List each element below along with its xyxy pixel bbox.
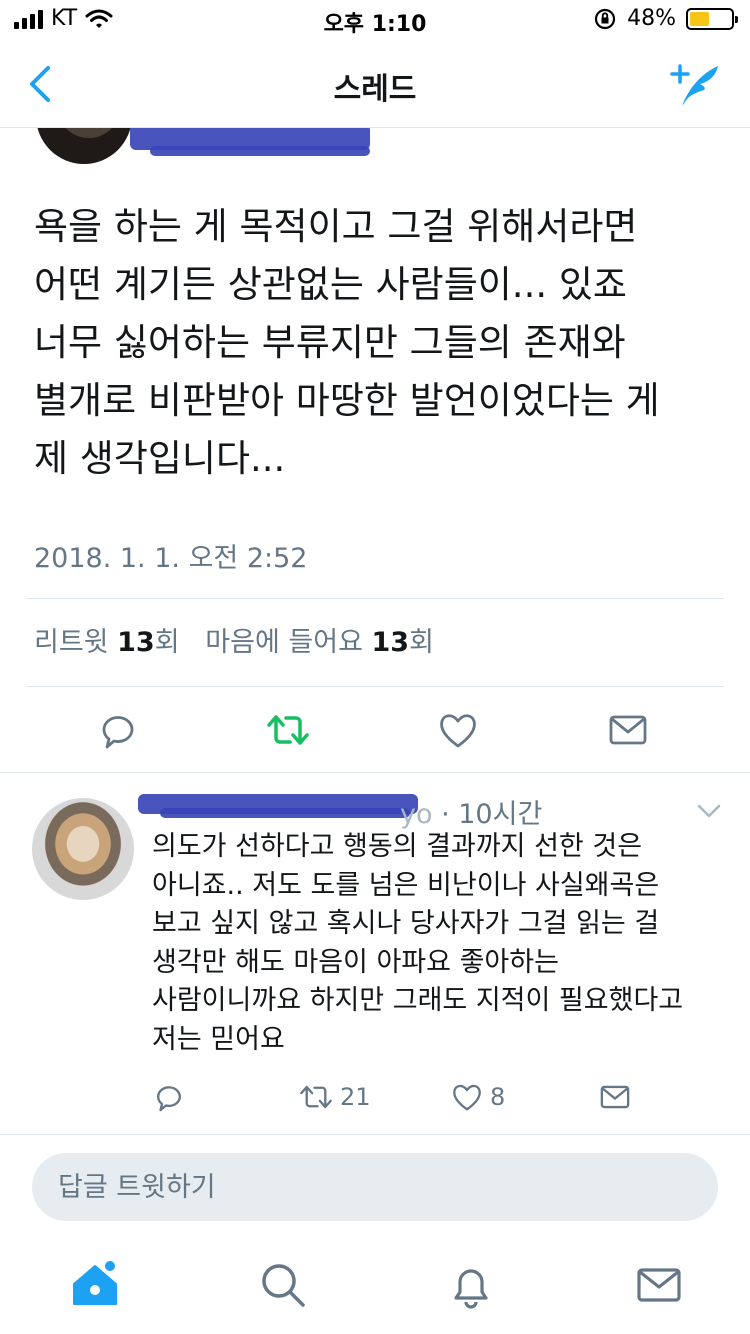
status-bar: KT 오후 1:10 48% xyxy=(0,0,750,40)
divider xyxy=(26,686,724,687)
reply-actions: 21 8 xyxy=(0,1080,750,1124)
retweet-count: 13 xyxy=(117,627,155,658)
reply-text: 의도가 선하다고 행동의 결과까지 선한 것은 아니죠.. 저도 도를 넘은 비… xyxy=(152,828,722,1059)
reply-dm-button[interactable] xyxy=(598,1080,632,1114)
tweet-line: 별개로 비판받아 마땅한 발언이었다는 게 xyxy=(34,379,660,422)
reply-icon xyxy=(157,1086,181,1112)
avatar[interactable] xyxy=(36,128,132,164)
tweet-text: 욕을 하는 게 목적이고 그걸 위해서라면 어떤 계기든 상관없는 사람들이..… xyxy=(34,198,724,488)
heart-icon xyxy=(453,1084,481,1111)
reply-line: 의도가 선하다고 행동의 결과까지 선한 것은 xyxy=(152,831,643,862)
home-icon[interactable] xyxy=(70,1260,120,1310)
tweet-line: 어떤 계기든 상관없는 사람들이... 있죠 xyxy=(34,263,627,306)
nav-bar: 스레드 xyxy=(0,40,750,128)
heart-icon[interactable] xyxy=(436,708,480,752)
redacted-name-scribble xyxy=(160,808,410,818)
tweet-actions xyxy=(0,700,750,772)
handle-tail: yo xyxy=(400,799,433,830)
bell-icon[interactable] xyxy=(446,1260,496,1310)
reply-input[interactable] xyxy=(32,1153,718,1221)
tweet-line: 욕을 하는 게 목적이고 그걸 위해서라면 xyxy=(34,205,638,248)
redacted-name-scribble xyxy=(150,146,370,156)
reply-like-button[interactable]: 8 xyxy=(450,1080,505,1114)
reply-line: 사람이니까요 하지만 그래도 지적이 필요했다고 xyxy=(152,985,684,1016)
battery-percent: 48% xyxy=(627,6,676,31)
messages-icon[interactable] xyxy=(634,1260,684,1310)
reply-retweet-count: 21 xyxy=(340,1083,371,1111)
tweet-stats: 리트윗 13회 마음에 들어요 13회 xyxy=(34,620,434,659)
tweet-line: 제 생각입니다... xyxy=(34,437,286,480)
orientation-lock-icon xyxy=(594,8,616,29)
tweet-author-row xyxy=(0,128,750,168)
chevron-down-icon[interactable] xyxy=(696,802,722,820)
avatar[interactable] xyxy=(32,798,134,900)
retweet-icon xyxy=(300,1085,332,1109)
divider xyxy=(26,598,724,599)
like-stat[interactable]: 마음에 들어요 13회 xyxy=(205,627,434,658)
battery-icon xyxy=(686,7,738,30)
search-icon[interactable] xyxy=(258,1260,308,1310)
reply-tweet[interactable]: yo · 10시간 의도가 선하다고 행동의 결과까지 선한 것은 아니죠.. … xyxy=(0,774,750,1134)
reply-icon[interactable] xyxy=(96,708,140,752)
reply-composer xyxy=(0,1134,750,1244)
tweet-timestamp: 2018. 1. 1. 오전 2:52 xyxy=(34,543,308,574)
mail-icon xyxy=(600,1085,630,1109)
reply-like-count: 8 xyxy=(490,1083,506,1111)
reply-reply-button[interactable] xyxy=(152,1080,186,1114)
mail-icon[interactable] xyxy=(606,708,650,752)
reply-line: 생각만 해도 마음이 아파요 좋아하는 xyxy=(152,946,559,978)
like-count: 13 xyxy=(371,627,410,658)
reply-line: 아니죠.. 저도 도를 넘은 비난이나 사실왜곡은 xyxy=(152,869,660,901)
compose-icon[interactable] xyxy=(664,60,724,110)
reply-time: yo · 10시간 xyxy=(400,799,543,830)
retweet-stat[interactable]: 리트윗 13회 xyxy=(34,627,180,658)
divider xyxy=(0,772,750,773)
retweet-icon[interactable] xyxy=(266,708,310,752)
reply-line: 저는 믿어요 xyxy=(152,1023,285,1055)
page-title: 스레드 xyxy=(333,72,417,107)
tab-bar xyxy=(0,1244,750,1334)
reply-line: 보고 싶지 않고 혹시나 당사자가 그걸 읽는 걸 xyxy=(152,908,660,939)
reply-retweet-button[interactable]: 21 xyxy=(298,1080,371,1114)
tweet-line: 너무 싫어하는 부류지만 그들의 존재와 xyxy=(34,321,626,364)
